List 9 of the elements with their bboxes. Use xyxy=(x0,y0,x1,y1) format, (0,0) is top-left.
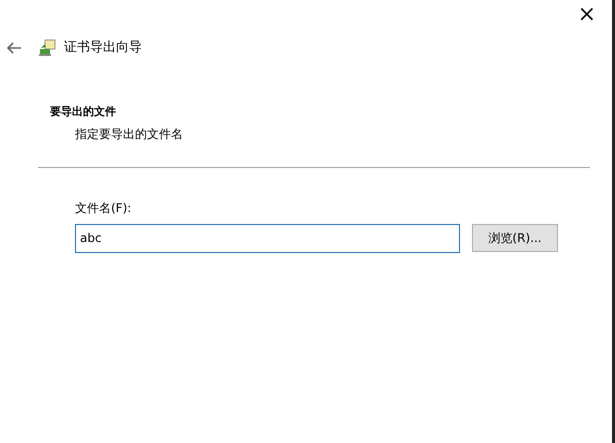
window-title: 证书导出向导 xyxy=(64,39,142,58)
back-arrow-icon[interactable] xyxy=(6,41,22,55)
field-label: 文件名(F): xyxy=(75,200,132,216)
section-subtitle: 指定要导出的文件名 xyxy=(75,126,184,142)
certificate-icon xyxy=(38,39,56,57)
close-button[interactable]: × xyxy=(574,2,600,28)
filename-field[interactable]: abc xyxy=(75,224,460,252)
browse-button[interactable]: 浏览(R)... xyxy=(472,224,558,252)
section-heading: 要导出的文件 xyxy=(50,104,117,120)
